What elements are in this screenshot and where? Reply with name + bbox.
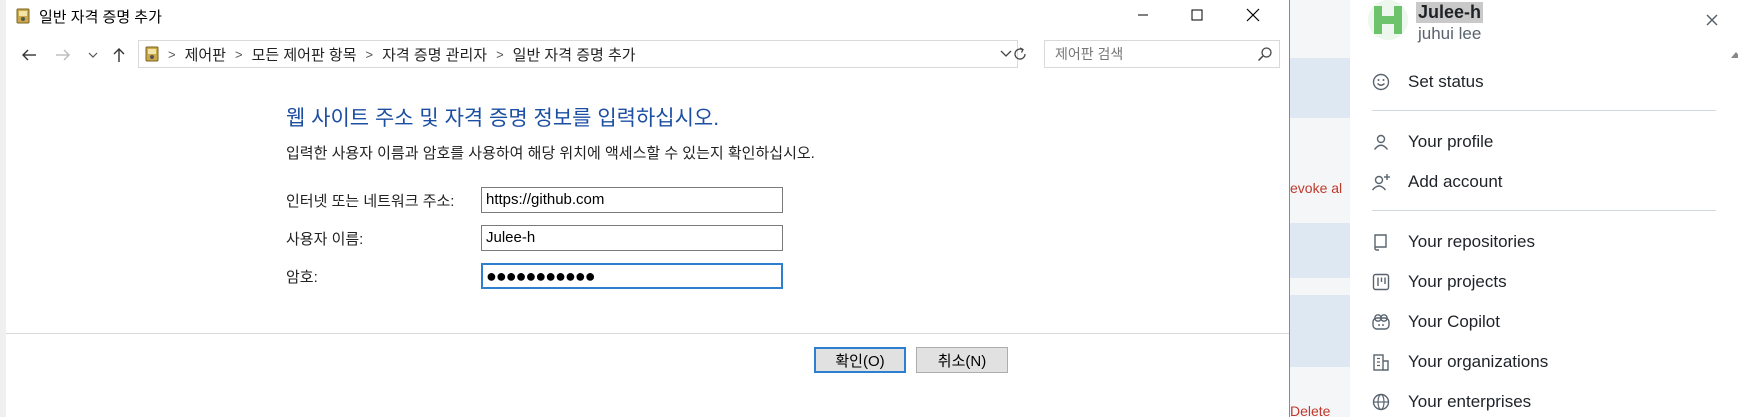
password-label: 암호: bbox=[286, 269, 318, 286]
person-icon bbox=[1370, 131, 1392, 153]
background-band bbox=[1290, 58, 1350, 118]
breadcrumb-item[interactable]: 모든 제어판 항목 bbox=[252, 44, 357, 65]
background-band bbox=[1290, 223, 1350, 278]
breadcrumb-separator: > bbox=[235, 46, 243, 62]
breadcrumb-separator: > bbox=[168, 46, 176, 62]
address-label: 인터넷 또는 네트워크 주소: bbox=[286, 193, 455, 210]
menu-item-label: Add account bbox=[1408, 172, 1503, 191]
menu-item-label: Your projects bbox=[1408, 272, 1507, 291]
copilot-icon bbox=[1370, 311, 1392, 333]
menu-item-label: Your enterprises bbox=[1408, 392, 1532, 411]
background-band bbox=[1290, 295, 1350, 367]
menu-item-label: Your profile bbox=[1408, 132, 1494, 151]
arrow-up-icon bbox=[113, 48, 125, 62]
arrow-right-icon bbox=[56, 49, 70, 61]
back-button[interactable] bbox=[18, 44, 40, 66]
ok-button[interactable]: 확인(O) bbox=[814, 347, 906, 373]
menu-username: Julee-h bbox=[1416, 2, 1484, 23]
smiley-icon bbox=[1370, 71, 1392, 93]
menu-separator bbox=[1372, 110, 1716, 111]
menu-item-your-enterprises[interactable]: Your enterprises bbox=[1370, 386, 1716, 418]
window-title: 일반 자격 증명 추가 bbox=[39, 9, 162, 26]
control-panel-icon bbox=[145, 46, 159, 62]
revoke-all-link[interactable]: evoke al bbox=[1290, 180, 1342, 196]
menu-item-label: Set status bbox=[1408, 72, 1484, 91]
breadcrumb-separator: > bbox=[496, 46, 504, 62]
scrollbar-up-arrow-icon[interactable] bbox=[1731, 52, 1738, 58]
menu-separator bbox=[1372, 210, 1716, 211]
username-label: 사용자 이름: bbox=[286, 231, 364, 248]
menu-item-set-status[interactable]: Set status bbox=[1370, 66, 1716, 98]
menu-item-your-profile[interactable]: Your profile bbox=[1370, 126, 1716, 158]
arrow-left-icon bbox=[22, 49, 36, 61]
minimize-button[interactable] bbox=[1120, 0, 1166, 30]
menu-item-your-copilot[interactable]: Your Copilot bbox=[1370, 306, 1716, 338]
chevron-down-icon bbox=[88, 52, 98, 58]
menu-item-your-organizations[interactable]: Your organizations bbox=[1370, 346, 1716, 378]
person-add-icon bbox=[1370, 171, 1392, 193]
up-button[interactable] bbox=[108, 44, 130, 66]
identicon-icon bbox=[1368, 0, 1408, 40]
organization-icon bbox=[1370, 351, 1392, 373]
cancel-button[interactable]: 취소(N) bbox=[916, 347, 1008, 373]
github-user-menu: Julee-h juhui lee Set status Your profil… bbox=[1350, 0, 1738, 417]
password-field[interactable]: ●●●●●●●●●●● bbox=[481, 263, 783, 289]
maximize-button[interactable] bbox=[1174, 0, 1220, 30]
minimize-icon bbox=[1138, 14, 1148, 16]
avatar[interactable] bbox=[1368, 0, 1408, 40]
title-bar: 일반 자격 증명 추가 bbox=[6, 0, 1289, 32]
breadcrumb-item[interactable]: 일반 자격 증명 추가 bbox=[513, 44, 636, 65]
search-icon bbox=[1257, 47, 1272, 62]
close-icon bbox=[1246, 8, 1260, 22]
refresh-button[interactable] bbox=[1008, 42, 1032, 66]
menu-item-add-account[interactable]: Add account bbox=[1370, 166, 1716, 198]
menu-item-your-projects[interactable]: Your projects bbox=[1370, 266, 1716, 298]
search-box[interactable] bbox=[1044, 40, 1280, 68]
menu-full-name: juhui lee bbox=[1418, 24, 1482, 43]
globe-icon bbox=[1370, 391, 1392, 413]
recent-locations-button[interactable] bbox=[86, 44, 100, 66]
menu-item-your-repositories[interactable]: Your repositories bbox=[1370, 226, 1716, 258]
breadcrumb-item[interactable]: 자격 증명 관리자 bbox=[382, 44, 487, 65]
breadcrumb-item[interactable]: 제어판 bbox=[185, 44, 226, 65]
breadcrumb-separator: > bbox=[365, 46, 374, 62]
project-icon bbox=[1370, 271, 1392, 293]
maximize-icon bbox=[1191, 9, 1203, 21]
footer-divider bbox=[6, 333, 1289, 334]
refresh-icon bbox=[1014, 47, 1026, 60]
search-input[interactable] bbox=[1045, 41, 1255, 67]
credential-dialog: 일반 자격 증명 추가 > 제어판 > 모든 제어판 항목 > 자격 증명 관리… bbox=[6, 0, 1290, 417]
password-mask: ●●●●●●●●●●● bbox=[486, 266, 596, 286]
address-field[interactable]: https://github.com bbox=[481, 187, 783, 213]
username-field[interactable]: Julee-h bbox=[481, 225, 783, 251]
close-button[interactable] bbox=[1230, 0, 1276, 30]
menu-close-button[interactable] bbox=[1700, 8, 1724, 32]
menu-item-label: Your Copilot bbox=[1408, 312, 1500, 331]
page-heading: 웹 사이트 주소 및 자격 증명 정보를 입력하십시오. bbox=[286, 107, 720, 130]
menu-item-label: Your organizations bbox=[1408, 352, 1549, 371]
menu-item-label: Your repositories bbox=[1408, 232, 1535, 251]
close-icon bbox=[1706, 14, 1718, 26]
repo-icon bbox=[1370, 231, 1392, 253]
page-subheading: 입력한 사용자 이름과 암호를 사용하여 해당 위치에 액세스할 수 있는지 확… bbox=[286, 145, 815, 162]
credential-manager-icon bbox=[16, 8, 30, 24]
address-bar[interactable]: > 제어판 > 모든 제어판 항목 > 자격 증명 관리자 > 일반 자격 증명… bbox=[138, 40, 1018, 68]
forward-button[interactable] bbox=[52, 44, 74, 66]
